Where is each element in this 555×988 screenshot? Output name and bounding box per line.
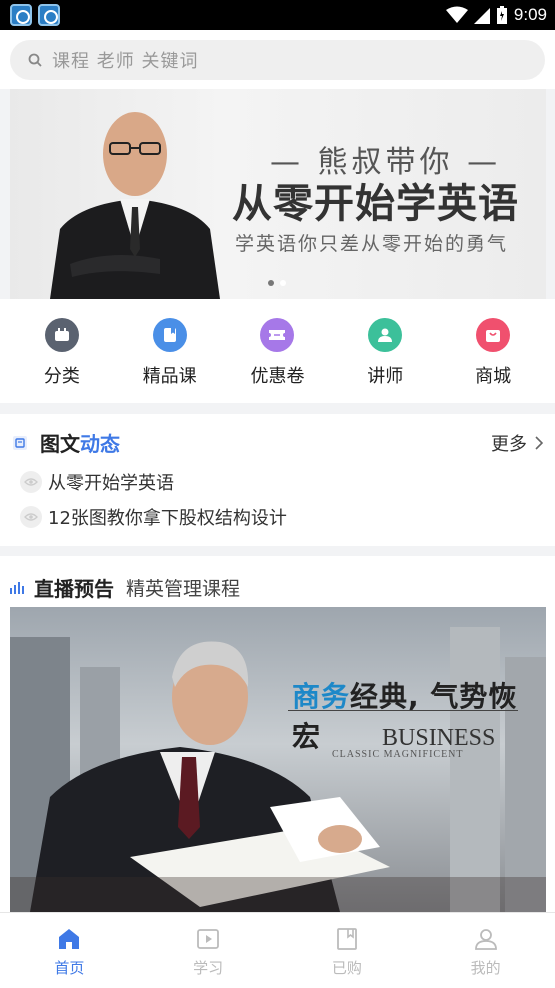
- banner-carousel[interactable]: — 熊叔带你 — 从零开始学英语 学英语你只差从零开始的勇气: [10, 89, 546, 299]
- quick-nav-label: 讲师: [367, 366, 404, 387]
- banner-portrait: [50, 112, 220, 299]
- carousel-dot: [280, 280, 286, 286]
- live-bars-icon: [10, 581, 24, 594]
- banner-title: 从零开始学英语: [232, 181, 519, 227]
- quick-nav-label: 分类: [43, 366, 80, 387]
- course-icon: [152, 318, 187, 352]
- coupon-icon: [260, 318, 295, 352]
- quick-nav-coupon[interactable]: 优惠卷: [227, 299, 327, 403]
- businessman-illustration: [10, 627, 546, 912]
- live-course-image[interactable]: 商务经典, 气势恢宏 BUSINESS CLASSIC MAGNIFICENT: [10, 607, 546, 912]
- tab-study[interactable]: 学习: [153, 913, 263, 988]
- eye-icon: [20, 471, 42, 493]
- carousel-indicator: [268, 280, 286, 286]
- home-icon: [59, 929, 80, 949]
- more-link[interactable]: 更多: [491, 430, 543, 456]
- wifi-icon: [445, 6, 468, 23]
- tab-purchased[interactable]: 已购: [292, 913, 402, 988]
- teacher-icon: [368, 318, 403, 352]
- tab-mine[interactable]: 我的: [431, 913, 541, 988]
- tab-label: 学习: [193, 959, 224, 977]
- article-icon: [13, 435, 27, 450]
- play-icon: [197, 929, 220, 949]
- live-preview-section: 直播预告 精英管理课程 商务经典, 气势恢宏 BUSINESS CLASSIC …: [0, 556, 555, 912]
- image-english-subtitle: CLASSIC MAGNIFICENT: [332, 749, 464, 760]
- quick-nav-category[interactable]: 分类: [12, 299, 112, 403]
- app-notification-icon: [10, 4, 32, 26]
- battery-icon: [496, 6, 507, 24]
- section-title-part: 图文: [40, 432, 80, 456]
- status-bar: 9:09: [0, 0, 555, 30]
- banner-tagline: 学英语你只差从零开始的勇气: [235, 233, 509, 255]
- article-news-section: 图文动态 更多 从零开始学英语 12张图教你拿下股权结构设计: [0, 414, 555, 546]
- search-bar-container: 课程 老师 关键词: [0, 30, 555, 89]
- article-title: 12张图教你拿下股权结构设计: [48, 508, 287, 529]
- bookmark-icon: [336, 928, 357, 950]
- divider: [288, 710, 518, 711]
- image-english-title: BUSINESS: [382, 725, 496, 751]
- app-notification-icon: [38, 4, 60, 26]
- quick-nav-shop[interactable]: 商城: [443, 299, 543, 403]
- shop-icon: [476, 318, 511, 352]
- tab-label: 首页: [54, 959, 85, 977]
- quick-nav-label: 精品课: [142, 366, 197, 387]
- tab-label: 已购: [331, 959, 362, 977]
- quick-nav: 分类 精品课 优惠卷 讲师 商城: [0, 299, 555, 403]
- eye-icon: [20, 506, 42, 528]
- article-item[interactable]: 从零开始学英语: [20, 469, 174, 495]
- signal-icon: [473, 8, 490, 24]
- bottom-tab-bar: 首页 学习 已购 我的: [0, 912, 555, 988]
- image-headline-highlight: 商务: [292, 680, 351, 713]
- search-icon: [28, 53, 42, 67]
- chevron-right-icon: [535, 436, 543, 450]
- user-icon: [474, 929, 497, 950]
- section-header: 图文动态: [12, 428, 120, 457]
- article-title: 从零开始学英语: [48, 473, 174, 494]
- article-item[interactable]: 12张图教你拿下股权结构设计: [20, 504, 287, 530]
- quick-nav-teacher[interactable]: 讲师: [335, 299, 435, 403]
- section-title: 图文动态: [40, 428, 120, 457]
- status-time: 9:09: [513, 5, 547, 24]
- tab-label: 我的: [470, 959, 501, 977]
- quick-nav-label: 优惠卷: [250, 366, 305, 387]
- section-header: 直播预告 精英管理课程: [10, 573, 240, 602]
- quick-nav-premium-course[interactable]: 精品课: [120, 299, 220, 403]
- quick-nav-label: 商城: [475, 366, 512, 387]
- more-label: 更多: [491, 434, 527, 455]
- section-title: 直播预告: [34, 577, 114, 601]
- carousel-dot: [268, 280, 274, 286]
- tab-home[interactable]: 首页: [14, 913, 124, 988]
- section-subtitle: 精英管理课程: [126, 578, 241, 600]
- category-icon: [44, 318, 79, 352]
- search-input[interactable]: 课程 老师 关键词: [10, 40, 545, 80]
- section-title-highlight: 动态: [80, 432, 120, 456]
- search-placeholder: 课程 老师 关键词: [52, 51, 199, 72]
